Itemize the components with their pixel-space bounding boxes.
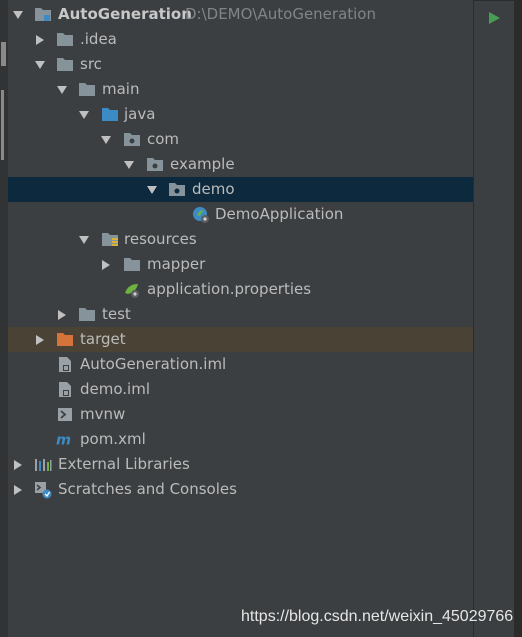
project-tree: AutoGeneration D:\DEMO\AutoGeneration .i… [8,2,473,502]
source-folder-icon [101,106,119,123]
scratches-icon [34,481,52,498]
folder-icon [56,56,74,73]
shell-script-icon [56,406,74,423]
right-tool-stripe [514,0,522,637]
module-folder-icon [34,6,52,23]
tree-row-autogeneration-iml[interactable]: AutoGeneration.iml [8,352,473,377]
tree-label: External Libraries [58,455,190,473]
folder-icon [78,306,96,323]
package-icon [168,181,186,198]
chevron-down-icon[interactable] [55,77,69,102]
project-path: D:\DEMO\AutoGeneration [185,5,376,23]
tree-row-demo[interactable]: demo [8,177,473,202]
spring-properties-icon [123,281,141,298]
folder-icon [78,81,96,98]
spring-boot-class-icon [192,206,210,223]
stripe-tab[interactable] [1,90,4,160]
tree-row-idea[interactable]: .idea [8,27,473,52]
project-name: AutoGeneration [58,5,192,23]
chevron-down-icon[interactable] [77,227,91,252]
tree-row-application-properties[interactable]: application.properties [8,277,473,302]
chevron-right-icon[interactable] [33,27,47,52]
module-file-icon [56,381,74,398]
maven-icon: m [56,431,74,448]
tree-row-demo-iml[interactable]: demo.iml [8,377,473,402]
tree-label: main [102,80,140,98]
chevron-right-icon[interactable] [33,327,47,352]
tree-row-mapper[interactable]: mapper [8,252,473,277]
tree-row-demo-application[interactable]: DemoApplication [8,202,473,227]
chevron-down-icon[interactable] [77,102,91,127]
tree-label: .idea [80,30,117,48]
stripe-tab[interactable] [1,42,6,66]
left-tool-stripe [0,0,8,637]
svg-text:m: m [56,432,71,447]
run-button[interactable] [484,8,504,28]
tree-row-resources[interactable]: resources [8,227,473,252]
chevron-right-icon[interactable] [55,302,69,327]
tree-label: test [102,305,131,323]
chevron-right-icon[interactable] [99,252,113,277]
tree-label: mapper [147,255,206,273]
tree-label: DemoApplication [215,205,344,223]
tree-row-test[interactable]: test [8,302,473,327]
module-file-icon [56,356,74,373]
tree-label: pom.xml [80,430,146,448]
chevron-down-icon[interactable] [11,2,25,27]
tree-label: target [80,330,126,348]
chevron-down-icon[interactable] [33,52,47,77]
divider [474,0,522,1]
tree-label: application.properties [147,280,312,298]
tree-row-project-root[interactable]: AutoGeneration D:\DEMO\AutoGeneration [8,2,473,27]
package-icon [123,131,141,148]
tree-label: com [147,130,180,148]
tree-label: java [124,105,156,123]
libraries-icon [34,456,52,473]
tree-label: resources [124,230,197,248]
tree-row-main[interactable]: main [8,77,473,102]
package-icon [146,156,164,173]
tree-row-target[interactable]: target [8,327,473,352]
watermark: https://blog.csdn.net/weixin_45029766 [241,608,514,625]
tree-row-mvnw[interactable]: mvnw [8,402,473,427]
tree-row-src[interactable]: src [8,52,473,77]
tree-label: mvnw [80,405,126,423]
tree-row-example[interactable]: example [8,152,473,177]
tree-label: Scratches and Consoles [58,480,237,498]
project-tool-window: AutoGeneration D:\DEMO\AutoGeneration .i… [0,0,522,637]
run-icon [489,12,500,24]
tree-label: example [170,155,235,173]
tree-row-external-libraries[interactable]: External Libraries [8,452,473,477]
tree-row-pom-xml[interactable]: m pom.xml [8,427,473,452]
chevron-down-icon[interactable] [99,127,113,152]
tree-row-com[interactable]: com [8,127,473,152]
tree-label: AutoGeneration.iml [80,355,227,373]
folder-icon [56,31,74,48]
folder-icon [123,256,141,273]
tree-label: src [80,55,102,73]
tree-row-java[interactable]: java [8,102,473,127]
chevron-down-icon[interactable] [145,177,159,202]
chevron-down-icon[interactable] [122,152,136,177]
tree-label: demo [192,180,235,198]
tree-row-scratches[interactable]: Scratches and Consoles [8,477,473,502]
chevron-right-icon[interactable] [11,452,25,477]
resources-folder-icon [101,231,119,248]
excluded-folder-icon [56,331,74,348]
chevron-right-icon[interactable] [11,477,25,502]
tree-label: demo.iml [80,380,150,398]
